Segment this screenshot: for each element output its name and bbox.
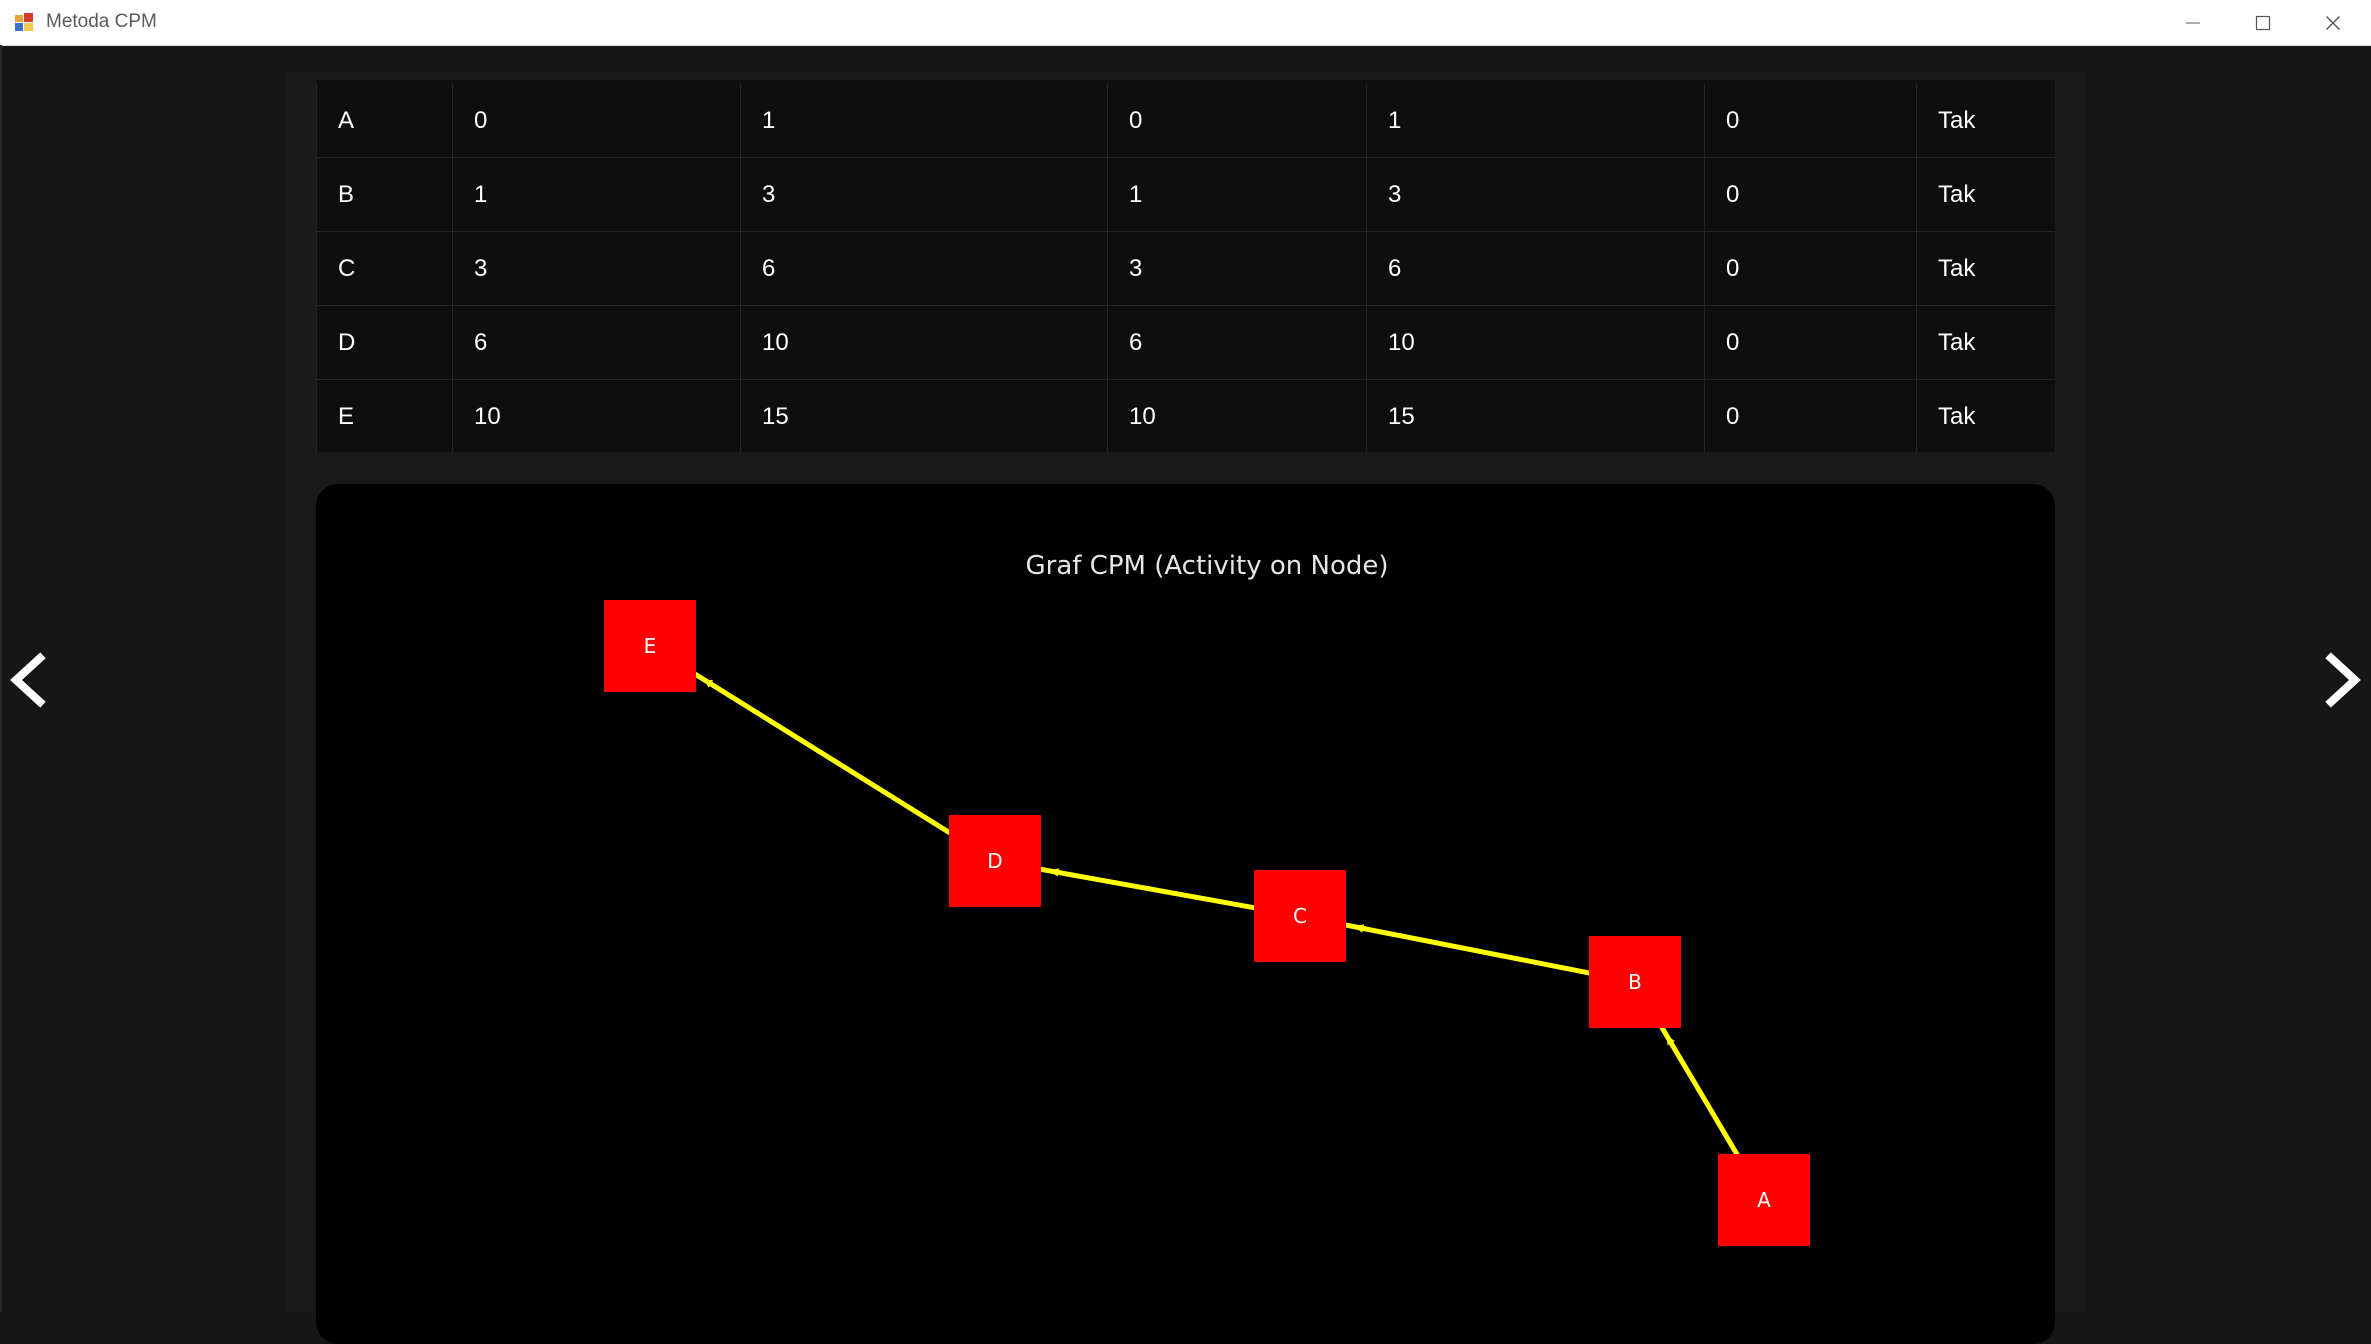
node-label: D bbox=[987, 849, 1002, 873]
app-window: Metoda CPM A 0 1 0 1 0 Tak B 1 3 1 3 0 T… bbox=[0, 0, 2371, 1344]
graph-node-D: D bbox=[949, 815, 1041, 907]
graph-node-C: C bbox=[1254, 870, 1346, 962]
node-label: E bbox=[644, 634, 657, 658]
node-label: B bbox=[1628, 970, 1642, 994]
node-label: C bbox=[1293, 904, 1307, 928]
node-label: A bbox=[1757, 1188, 1771, 1212]
graph-node-E: E bbox=[604, 600, 696, 692]
cpm-graph: A B C D E bbox=[604, 600, 1810, 1246]
edge-D-E bbox=[648, 643, 997, 864]
graph-node-A: A bbox=[1718, 1154, 1810, 1246]
graph-node-B: B bbox=[1589, 936, 1681, 1028]
edge-B-C bbox=[1299, 913, 1636, 985]
